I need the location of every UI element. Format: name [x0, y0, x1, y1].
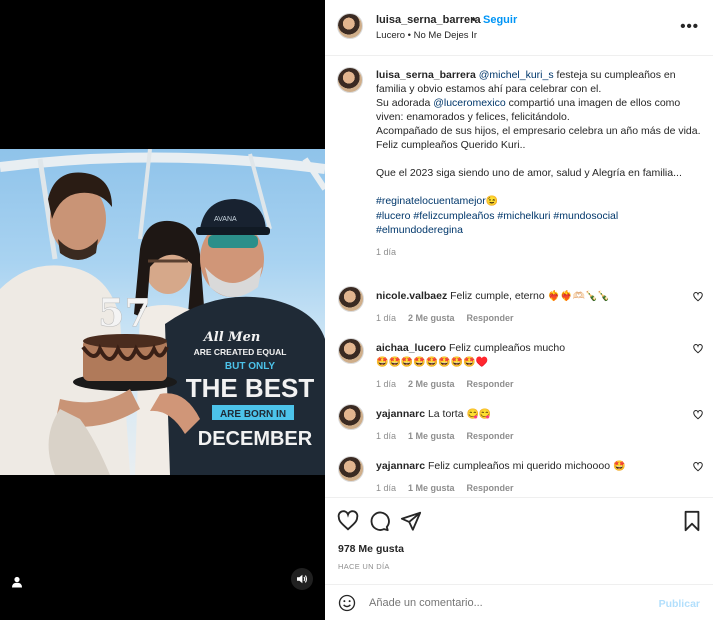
- comment-bubble-icon[interactable]: [368, 510, 390, 532]
- like-comment-icon[interactable]: [693, 344, 703, 354]
- caption-timestamp[interactable]: 1 día: [376, 245, 701, 259]
- photo-illustration: 57 AVANA All Men ARE CREATED EQUAL BUT O…: [0, 149, 325, 475]
- avatar[interactable]: [337, 13, 363, 39]
- user-icon: [12, 576, 22, 588]
- caption-avatar[interactable]: [337, 67, 363, 93]
- comment-likes[interactable]: 2 Me gusta: [408, 379, 455, 389]
- audio-toggle-button[interactable]: [291, 568, 313, 590]
- avatar[interactable]: [338, 456, 364, 482]
- comment-emojis: 😋😋: [466, 409, 492, 420]
- comment-time[interactable]: 1 día: [376, 431, 396, 441]
- comment-emojis: 🤩🤩🤩🤩🤩🤩🤩🤩♥️: [376, 357, 489, 368]
- post-detail-panel: luisa_serna_barrera • Seguir Lucero • No…: [325, 0, 713, 620]
- cap-text: AVANA: [214, 216, 237, 223]
- comment-text: La torta: [427, 408, 464, 420]
- post-actions: 978 Me gusta HACE UN DÍA: [325, 497, 713, 584]
- comment-time[interactable]: 1 día: [376, 313, 396, 323]
- avatar[interactable]: [338, 338, 364, 364]
- post-media-panel: 57 AVANA All Men ARE CREATED EQUAL BUT O…: [0, 0, 325, 620]
- like-comment-icon[interactable]: [693, 292, 703, 302]
- comment-text: Feliz cumple, eterno: [450, 290, 545, 302]
- shirt-line-1: All Men: [202, 330, 261, 345]
- hashtag-links[interactable]: #lucero #felizcumpleaños #michelkuri #mu…: [376, 209, 701, 223]
- caption-username[interactable]: luisa_serna_barrera: [376, 69, 476, 81]
- reply-button[interactable]: Responder: [467, 379, 514, 389]
- save-bookmark-icon[interactable]: [682, 510, 702, 532]
- comment-time[interactable]: 1 día: [376, 379, 396, 389]
- like-comment-icon[interactable]: [693, 462, 703, 472]
- post-photo[interactable]: 57 AVANA All Men ARE CREATED EQUAL BUT O…: [0, 149, 325, 475]
- tagged-users-button[interactable]: [6, 571, 28, 593]
- reply-button[interactable]: Responder: [467, 431, 514, 441]
- shirt-line-5: ARE BORN IN: [220, 409, 286, 420]
- like-heart-icon[interactable]: [337, 510, 359, 532]
- emoji-icon[interactable]: [338, 594, 356, 612]
- follow-button[interactable]: Seguir: [483, 14, 517, 26]
- share-paper-plane-icon[interactable]: [400, 510, 422, 532]
- shirt-line-3: BUT ONLY: [225, 361, 276, 372]
- comment-username[interactable]: yajannarc: [376, 460, 425, 472]
- likes-count[interactable]: 978 Me gusta: [338, 543, 404, 555]
- audio-track-link[interactable]: Lucero • No Me Dejes Ir: [376, 30, 477, 41]
- caption-text: Su adorada: [376, 97, 434, 109]
- separator-dot: •: [472, 14, 476, 26]
- add-comment-bar: Publicar: [325, 584, 713, 620]
- comment-time[interactable]: 1 día: [376, 483, 396, 493]
- shirt-line-2: ARE CREATED EQUAL: [194, 347, 287, 357]
- comments-list[interactable]: luisa_serna_barrera @michel_kuri_s feste…: [325, 57, 713, 497]
- header-username[interactable]: luisa_serna_barrera: [376, 14, 481, 26]
- speaker-icon: [297, 574, 308, 584]
- caption-text: Feliz cumpleaños Querido Kuri..: [376, 139, 526, 151]
- avatar[interactable]: [338, 286, 364, 312]
- comment-emojis: ❤️‍🔥❤️‍🔥🫶🏻🍾🍾: [547, 291, 610, 302]
- post-caption: luisa_serna_barrera @michel_kuri_s feste…: [337, 67, 701, 259]
- post-header: luisa_serna_barrera • Seguir Lucero • No…: [325, 0, 713, 56]
- reply-button[interactable]: Responder: [467, 313, 514, 323]
- comment-username[interactable]: yajannarc: [376, 408, 425, 420]
- comment-text: Feliz cumpleaños mucho: [448, 342, 566, 354]
- reply-button[interactable]: Responder: [467, 483, 514, 493]
- comment-username[interactable]: aichaa_lucero: [376, 342, 446, 354]
- shirt-line-6: DECEMBER: [198, 428, 313, 450]
- hashtag-link[interactable]: #elmundoderegina: [376, 223, 701, 237]
- mention-link[interactable]: @michel_kuri_s: [479, 69, 554, 81]
- like-comment-icon[interactable]: [693, 410, 703, 420]
- comment-text: Feliz cumpleaños mi querido michoooo: [427, 460, 611, 472]
- avatar[interactable]: [338, 404, 364, 430]
- shirt-line-4: THE BEST: [186, 373, 315, 403]
- comment-likes[interactable]: 1 Me gusta: [408, 431, 455, 441]
- caption-text: Que el 2023 siga siendo uno de amor, sal…: [376, 167, 682, 179]
- mention-link[interactable]: @luceromexico: [433, 97, 506, 109]
- post-comment-button[interactable]: Publicar: [659, 598, 700, 610]
- more-options-icon[interactable]: •••: [680, 18, 699, 35]
- hashtag-link[interactable]: #reginatelocuentamejor: [376, 195, 486, 207]
- comment-username[interactable]: nicole.valbaez: [376, 290, 447, 302]
- comment-input[interactable]: [369, 597, 619, 609]
- comment-emojis: 🤩: [612, 461, 626, 472]
- post-timestamp[interactable]: HACE UN DÍA: [338, 562, 390, 571]
- comment-likes[interactable]: 1 Me gusta: [408, 483, 455, 493]
- wink-emoji: 😉: [485, 196, 499, 207]
- caption-text: Acompañado de sus hijos, el empresario c…: [376, 125, 701, 137]
- cake-candle-number: 57: [98, 290, 151, 335]
- comment-likes[interactable]: 2 Me gusta: [408, 313, 455, 323]
